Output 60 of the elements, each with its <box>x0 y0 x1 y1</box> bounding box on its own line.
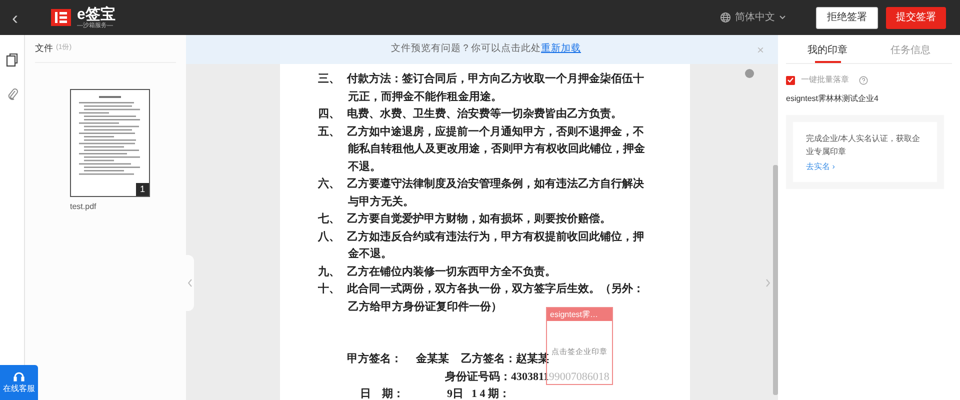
clause-number: 三、 <box>318 72 341 87</box>
reject-button[interactable]: 拒绝签署 <box>816 6 878 28</box>
chevron-down-icon <box>779 15 786 20</box>
clause-number: 十、 <box>318 282 341 297</box>
chevron-left-icon <box>188 279 192 287</box>
clause-number: 六、 <box>318 176 341 192</box>
file-name[interactable]: test.pdf <box>70 201 96 213</box>
signature-name: 金某某 <box>416 352 449 367</box>
clause-text: 乙方要自觉爱护甲方财物，如有损坏，则要按价赔偿。 <box>347 212 611 227</box>
clause-text: 电费、水费、卫生费、治安费等一切杂费皆由乙方负责。 <box>347 106 622 122</box>
notice-text: 文件预览有问题？你可以点击此处重新加载 <box>391 42 581 56</box>
clause-number: 九、 <box>318 264 341 280</box>
files-title: 文件 <box>35 42 53 55</box>
clause-text: 不退。 <box>347 160 381 174</box>
clause-text: 乙方在铺位内装修一切东西甲方全不负责。 <box>347 264 556 280</box>
clause-text: 金不退。 <box>347 246 392 262</box>
scrollbar-thumb[interactable] <box>773 165 778 395</box>
documents-icon[interactable] <box>6 53 18 67</box>
logo-text: e签宝 <box>77 6 116 22</box>
clause-number: 四、 <box>318 107 341 122</box>
panel-tab[interactable]: 我的印章 <box>786 35 869 63</box>
date-label: 日 期： <box>360 386 404 400</box>
clause-text: 能私自转租他人及更改用途，否则甲方有权收回此铺位，押金 <box>347 142 645 157</box>
clause-text: 与甲方无关。 <box>347 194 414 210</box>
panel-tab[interactable]: 任务信息 <box>869 35 952 63</box>
scroll-marker-icon <box>745 69 754 78</box>
batch-seal-label: 一键批量落章 <box>801 74 849 86</box>
seal-field-title: esigntest霁… <box>547 308 612 321</box>
logo-icon <box>51 9 71 26</box>
clause-text: 付款方法：签订合同后，甲方向乙方收取一个月押金柒佰伍十 <box>347 72 644 87</box>
paperclip-icon[interactable] <box>6 87 18 100</box>
clause-text: 乙方给甲方身份证复印件一份） <box>347 300 502 314</box>
page-number-badge: 1 <box>136 183 149 196</box>
clause-text: 此合同一式两份，双方各执一份，双方签字后生效。（另外： <box>347 282 644 297</box>
globe-icon <box>720 12 731 23</box>
chevron-right-icon <box>766 279 770 287</box>
back-button[interactable]: ‹ <box>12 8 18 26</box>
help-icon[interactable] <box>859 76 868 84</box>
company-name: esigntest霁林林测试企业4 <box>786 93 880 105</box>
clause-number: 七、 <box>318 212 341 227</box>
headset-icon <box>13 371 25 383</box>
clause-number: 五、 <box>318 124 341 140</box>
clause-number: 八、 <box>318 230 341 244</box>
language-selector[interactable]: 简体中文 <box>735 10 775 25</box>
collapse-left-handle[interactable] <box>186 255 194 311</box>
date-label: 1 4 期： <box>472 386 510 400</box>
verify-link[interactable]: 去实名 › <box>806 161 924 173</box>
reload-link[interactable]: 重新加载 <box>541 43 581 54</box>
support-button[interactable]: 在线客服 <box>0 365 38 400</box>
id-number-rest: 99007086018 <box>548 370 610 384</box>
batch-seal-checkbox[interactable] <box>786 76 795 84</box>
verification-message: 完成企业/本人实名认证，获取企业专属印章 <box>806 133 922 158</box>
clause-text: 乙方要遵守法律制度及治安管理条例，如有违法乙方自行解决 <box>347 176 644 192</box>
page-thumbnail[interactable]: 1 <box>70 89 150 197</box>
signature-label: 甲方签名： <box>347 352 402 367</box>
date-day: 9日 <box>447 386 464 400</box>
clause-text: 乙方如中途退房，应提前一个月通知甲方，否则不退押金，不 <box>347 124 644 140</box>
submit-button[interactable]: 提交签署 <box>886 6 946 28</box>
clause-text: 元正，而押金不能作租金用途。 <box>347 90 502 104</box>
clause-text: 乙方如违反合约或有违法行为，甲方有权提前收回此铺位，押 <box>347 230 644 244</box>
